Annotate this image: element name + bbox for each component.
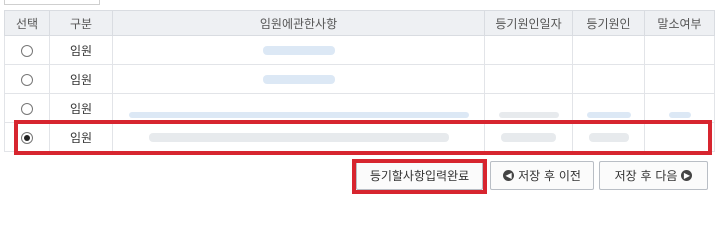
save-and-previous-label: 저장 후 이전 (518, 169, 581, 183)
row-details (112, 35, 485, 65)
header-registration-cause: 등기원인 (572, 10, 645, 36)
header-officer-details: 임원에관한사항 (112, 10, 485, 36)
table-row[interactable]: 임원 (4, 64, 715, 94)
redacted-text (262, 75, 335, 84)
row-cause (572, 93, 645, 123)
table-row[interactable]: 임원 (4, 93, 715, 123)
redacted-text (262, 46, 335, 55)
row-date (484, 64, 573, 94)
header-registration-date: 등기원인일자 (484, 10, 573, 36)
row-details (112, 122, 485, 152)
redacted-text (148, 133, 449, 142)
header-cancelled: 말소여부 (644, 10, 715, 36)
redacted-text (668, 112, 691, 118)
circle-arrow-left-icon: ◀ (503, 170, 515, 181)
redacted-text (501, 133, 556, 142)
row-cancelled (644, 93, 715, 123)
row-radio-selected[interactable] (21, 131, 33, 144)
redacted-text (588, 133, 629, 142)
row-date (484, 122, 573, 152)
redacted-text (128, 112, 469, 118)
table-row-selected[interactable]: 임원 (4, 122, 715, 152)
save-and-next-label: 저장 후 다음 (614, 169, 678, 183)
row-cause (572, 64, 645, 94)
row-radio[interactable] (21, 44, 33, 57)
row-date (484, 93, 573, 123)
complete-button-highlight (352, 159, 487, 194)
row-cancelled (644, 35, 715, 65)
row-details (112, 64, 485, 94)
header-type: 구분 (49, 10, 113, 36)
circle-arrow-right-icon: ▶ (681, 170, 693, 181)
top-control-fragment (4, 0, 100, 5)
row-radio[interactable] (21, 102, 33, 115)
table-header-row: 선택 구분 임원에관한사항 등기원인일자 등기원인 말소여부 (4, 10, 715, 36)
table-row[interactable]: 임원 (4, 35, 715, 65)
row-cause (572, 35, 645, 65)
row-type: 임원 (49, 93, 113, 123)
redacted-text (586, 112, 631, 118)
row-cause (572, 122, 645, 152)
officer-table: 선택 구분 임원에관한사항 등기원인일자 등기원인 말소여부 임원 임원 임원 (4, 10, 715, 152)
row-type: 임원 (49, 35, 113, 65)
header-select: 선택 (4, 10, 50, 36)
row-type: 임원 (49, 122, 113, 152)
row-cancelled (644, 122, 715, 152)
redacted-text (498, 112, 559, 118)
row-radio[interactable] (21, 73, 33, 86)
row-type: 임원 (49, 64, 113, 94)
row-date (484, 35, 573, 65)
save-and-previous-button[interactable]: ◀ 저장 후 이전 (490, 161, 594, 190)
row-details (112, 93, 485, 123)
row-cancelled (644, 64, 715, 94)
save-and-next-button[interactable]: 저장 후 다음 ▶ (599, 161, 708, 190)
